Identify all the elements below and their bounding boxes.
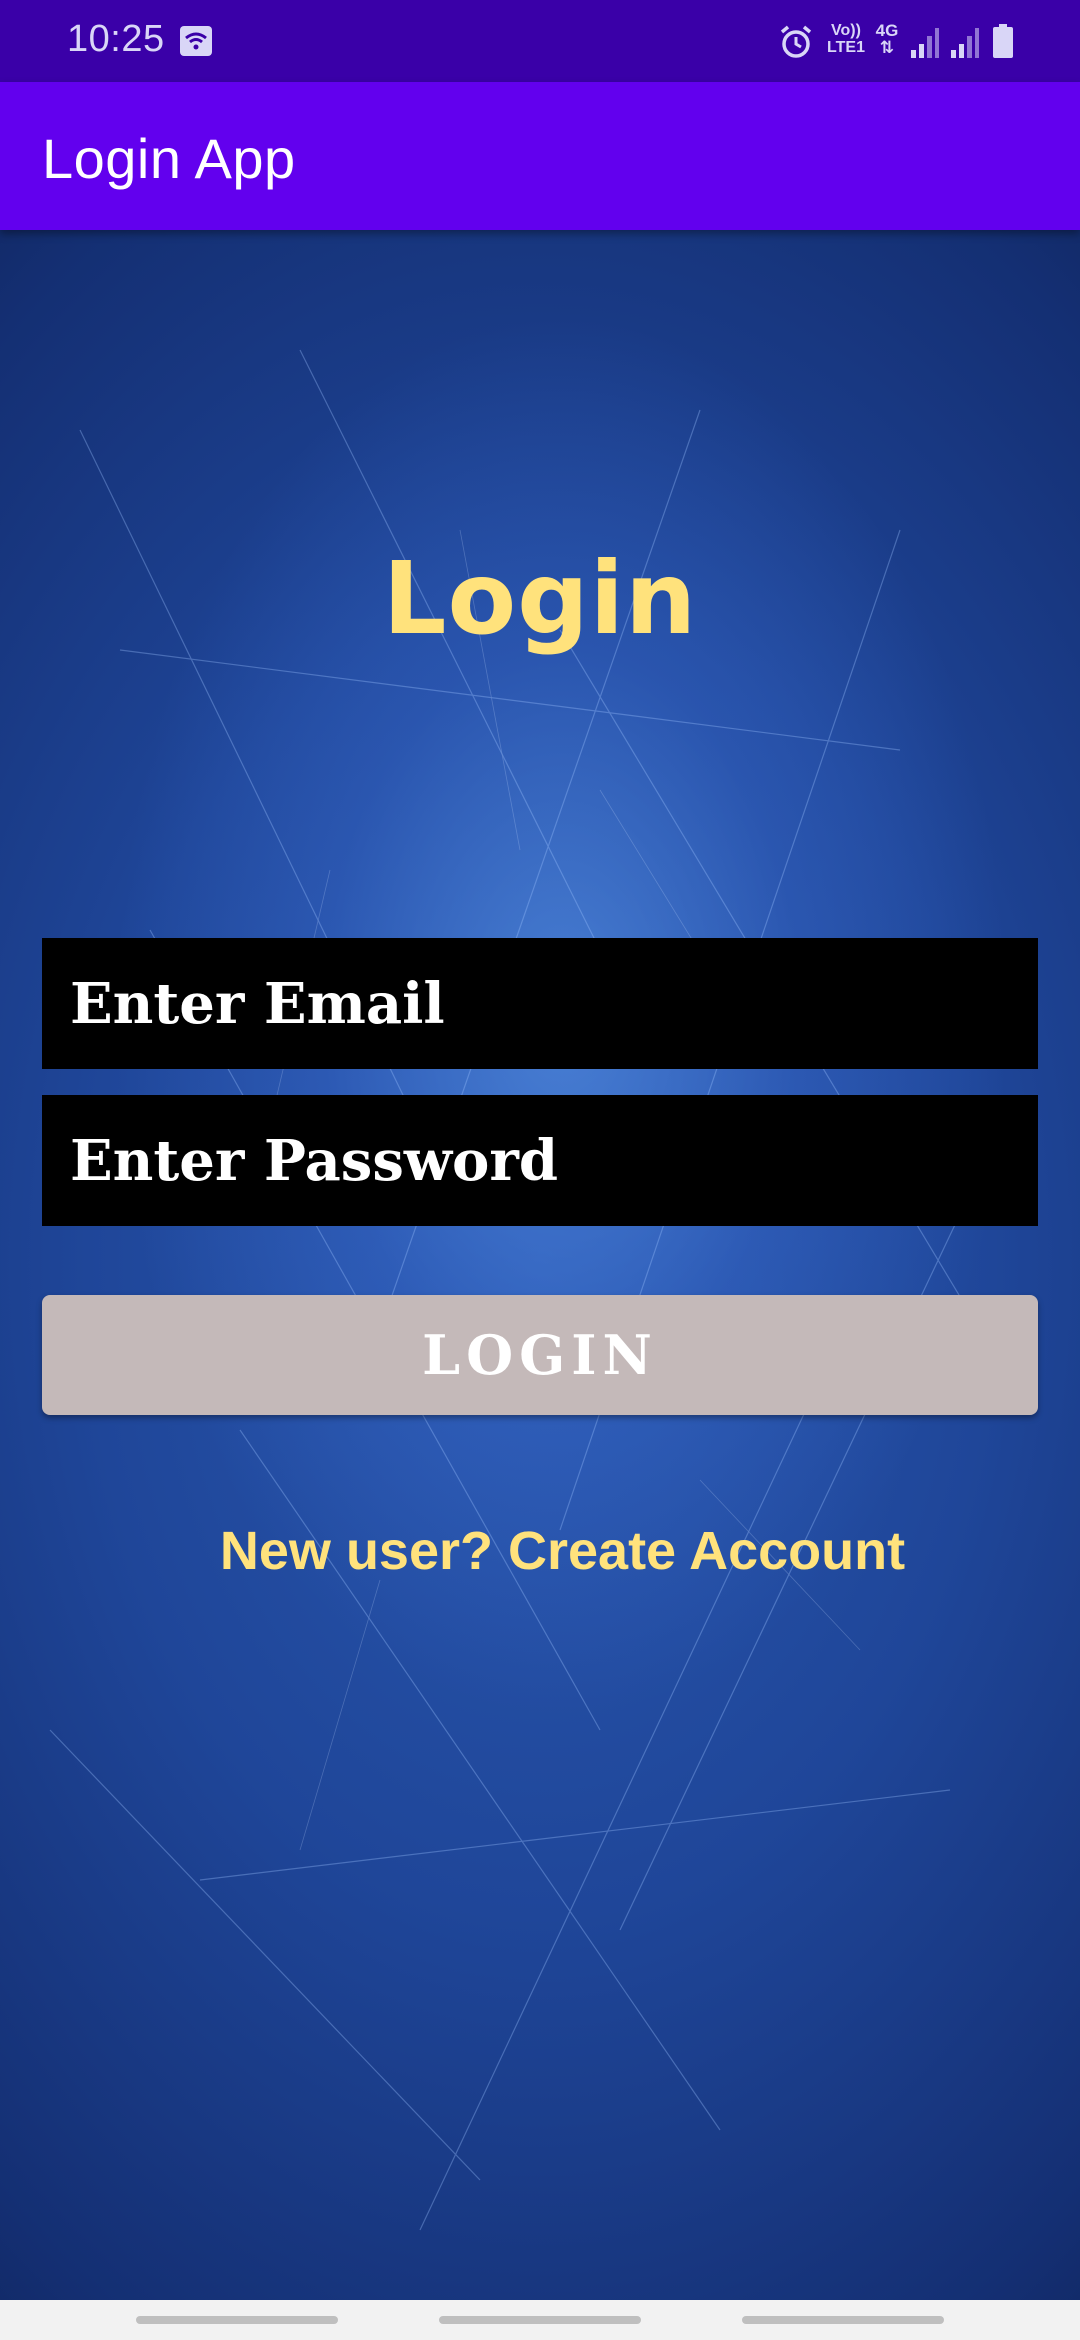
signal-icon xyxy=(911,28,939,58)
login-button[interactable]: LOGIN xyxy=(42,1295,1038,1415)
login-screen: 10:25 Vo)) LTE1 4G ⇅ Login App Login Ent… xyxy=(0,0,1080,2340)
data-arrows-icon: ⇅ xyxy=(879,38,895,57)
volte-label-top: Vo)) xyxy=(831,22,861,39)
email-field[interactable] xyxy=(42,938,1038,1069)
nav-home-handle[interactable] xyxy=(439,2316,641,2324)
alarm-icon xyxy=(780,25,812,58)
login-content: Login LOGIN New user? Create Account xyxy=(0,230,1080,2300)
volte-label-bottom: LTE1 xyxy=(827,39,865,56)
status-time: 10:25 xyxy=(67,18,165,60)
4g-icon: 4G ⇅ xyxy=(874,22,900,56)
create-account-link[interactable]: New user? Create Account xyxy=(0,1520,1080,1582)
signal-icon xyxy=(951,28,979,58)
nav-back-handle[interactable] xyxy=(742,2316,944,2324)
network-label: 4G xyxy=(875,21,899,40)
status-bar: 10:25 Vo)) LTE1 4G ⇅ xyxy=(0,0,1080,82)
password-field[interactable] xyxy=(42,1095,1038,1226)
app-bar: Login App xyxy=(0,82,1080,230)
navigation-bar xyxy=(0,2300,1080,2340)
app-title: Login App xyxy=(42,127,296,190)
login-heading: Login xyxy=(382,540,698,657)
wifi-icon xyxy=(180,26,212,56)
volte-icon: Vo)) LTE1 xyxy=(824,22,868,56)
battery-icon xyxy=(993,24,1013,58)
nav-recents-handle[interactable] xyxy=(136,2316,338,2324)
